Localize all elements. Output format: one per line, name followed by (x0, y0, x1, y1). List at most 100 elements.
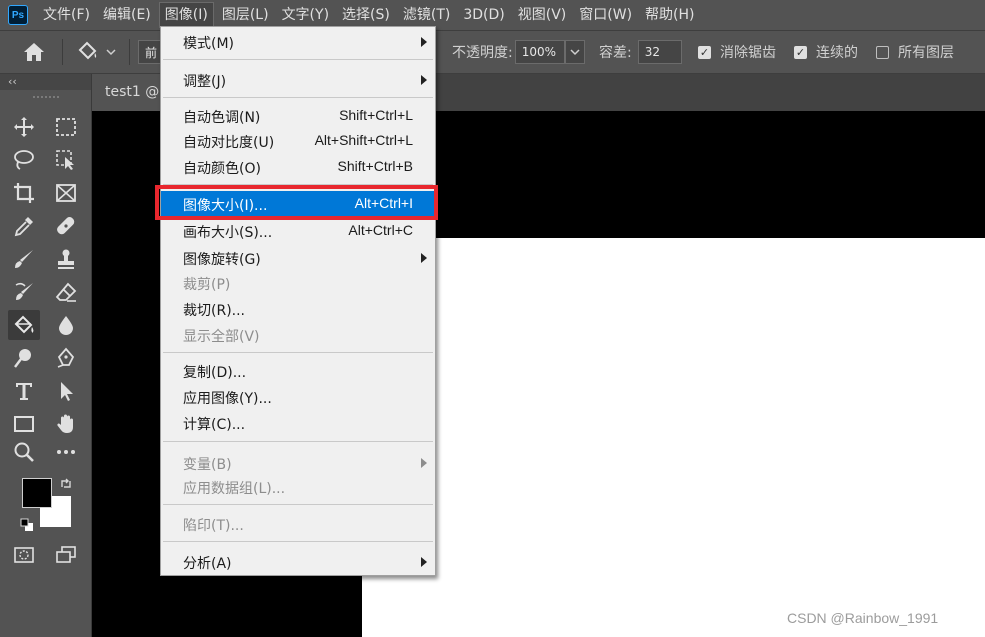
photoshop-logo: Ps (8, 5, 28, 25)
zoom-tool[interactable] (11, 439, 37, 465)
antialias-label: 消除锯齿 (720, 45, 776, 61)
menu-item-adjustments[interactable]: 调整(J) (161, 68, 435, 92)
history-brush-tool[interactable] (11, 279, 37, 305)
eyedropper-icon (14, 217, 33, 237)
marquee-icon (56, 118, 76, 136)
menu-select[interactable]: 选择(S) (337, 2, 395, 28)
menu-item-canvas-size[interactable]: 画布大小(S)... Alt+Ctrl+C (161, 219, 435, 243)
menu-layer[interactable]: 图层(L) (217, 2, 274, 28)
pen-icon (57, 347, 75, 368)
menu-3d[interactable]: 3D(D) (458, 2, 509, 28)
menu-item-label: 画布大小(S)... (183, 225, 273, 241)
dodge-tool[interactable] (11, 345, 37, 371)
divider (129, 39, 130, 65)
object-select-tool[interactable] (53, 147, 79, 173)
brush-icon (15, 250, 33, 268)
more-tools-button[interactable] (53, 439, 79, 465)
paint-bucket-tool[interactable] (8, 310, 40, 340)
hand-tool[interactable] (53, 411, 79, 437)
checkbox-unchecked-icon (876, 45, 889, 59)
move-icon (14, 117, 34, 137)
menu-view[interactable]: 视图(V) (513, 2, 572, 28)
all-layers-label: 所有图层 (898, 45, 954, 61)
zoom-icon (14, 442, 34, 462)
home-icon (24, 43, 44, 61)
opacity-input[interactable]: 100% (514, 40, 565, 64)
submenu-arrow-icon (421, 458, 427, 468)
menu-item-calculations[interactable]: 计算(C)... (161, 411, 435, 435)
menu-item-label: 复制(D)... (183, 365, 247, 381)
options-bar: 前 不透明度: 100% 容差: 32 ✓ 消除锯齿 ✓ 连续的 所有图层 (0, 30, 985, 74)
dodge-icon (14, 349, 31, 368)
menu-help[interactable]: 帮助(H) (640, 2, 699, 28)
menu-item-apply-data-set: 应用数据组(L)... (161, 475, 435, 499)
antialias-checkbox[interactable]: ✓ 消除锯齿 (698, 31, 776, 73)
document-tab[interactable]: test1 @ (92, 74, 162, 111)
eraser-icon (55, 282, 77, 302)
menu-item-duplicate[interactable]: 复制(D)... (161, 359, 435, 383)
swap-colors-icon[interactable] (59, 477, 73, 491)
tolerance-label: 容差: (599, 45, 632, 61)
menu-item-apply-image[interactable]: 应用图像(Y)... (161, 385, 435, 409)
quick-mask-button[interactable] (11, 542, 37, 568)
type-tool[interactable] (11, 378, 37, 404)
menu-edit[interactable]: 编辑(E) (98, 2, 156, 28)
menu-separator (163, 504, 433, 505)
tool-preset-picker[interactable] (76, 31, 116, 73)
panel-grip[interactable] (32, 96, 59, 102)
foreground-color-swatch[interactable] (22, 478, 52, 508)
menu-image[interactable]: 图像(I) (158, 2, 214, 28)
menu-item-auto-color[interactable]: 自动颜色(O) Shift+Ctrl+B (161, 155, 435, 179)
shortcut-label: Shift+Ctrl+L (339, 107, 413, 123)
path-selection-tool[interactable] (53, 378, 79, 404)
lasso-tool[interactable] (11, 147, 37, 173)
menu-item-label: 裁切(R)... (183, 303, 246, 319)
menu-item-analysis[interactable]: 分析(A) (161, 550, 435, 574)
menu-item-label: 分析(A) (183, 556, 232, 572)
brush-tool[interactable] (11, 246, 37, 272)
all-layers-checkbox[interactable]: 所有图层 (876, 31, 954, 73)
crop-tool[interactable] (11, 180, 37, 206)
collapse-panel-button[interactable]: ‹‹ (0, 74, 91, 90)
divider (62, 39, 63, 65)
default-colors-icon[interactable] (20, 518, 34, 532)
submenu-arrow-icon (421, 253, 427, 263)
blur-tool[interactable] (53, 312, 79, 338)
menu-item-crop: 裁剪(P) (161, 271, 435, 295)
menu-filter[interactable]: 滤镜(T) (398, 2, 455, 28)
rectangle-tool[interactable] (11, 411, 37, 437)
menu-item-label: 自动对比度(U) (183, 135, 275, 151)
canvas-white-area[interactable] (362, 238, 985, 637)
screen-mode-button[interactable] (53, 542, 79, 568)
opacity-dropdown-button[interactable] (564, 40, 585, 64)
eraser-tool[interactable] (53, 279, 79, 305)
menu-bar: Ps 文件(F) 编辑(E) 图像(I) 图层(L) 文字(Y) 选择(S) 滤… (0, 0, 985, 30)
tolerance-input[interactable]: 32 (637, 40, 682, 64)
frame-tool[interactable] (53, 180, 79, 206)
path-select-icon (61, 382, 73, 401)
menu-file[interactable]: 文件(F) (38, 2, 95, 28)
home-button[interactable] (22, 31, 46, 73)
object-select-icon (56, 150, 74, 170)
menu-type[interactable]: 文字(Y) (277, 2, 334, 28)
paint-bucket-preset-icon (78, 41, 97, 60)
menu-item-auto-tone[interactable]: 自动色调(N) Shift+Ctrl+L (161, 104, 435, 128)
move-tool[interactable] (11, 114, 37, 140)
shortcut-label: Alt+Shift+Ctrl+L (314, 132, 413, 148)
menu-item-label: 自动色调(N) (183, 110, 261, 126)
pen-tool[interactable] (53, 345, 79, 371)
healing-brush-tool[interactable] (53, 213, 79, 239)
menu-item-image-rotation[interactable]: 图像旋转(G) (161, 246, 435, 270)
marquee-tool[interactable] (53, 114, 79, 140)
menu-window[interactable]: 窗口(W) (574, 2, 637, 28)
contiguous-checkbox[interactable]: ✓ 连续的 (794, 31, 858, 73)
menu-item-trim[interactable]: 裁切(R)... (161, 297, 435, 321)
eyedropper-tool[interactable] (11, 213, 37, 239)
menu-item-mode[interactable]: 模式(M) (161, 30, 435, 54)
blur-icon (59, 316, 73, 335)
menu-item-auto-contrast[interactable]: 自动对比度(U) Alt+Shift+Ctrl+L (161, 129, 435, 153)
chevron-down-icon (570, 49, 580, 56)
opacity-control: 不透明度: 100% (436, 31, 585, 73)
clone-stamp-tool[interactable] (53, 246, 79, 272)
paint-bucket-icon (14, 315, 34, 334)
